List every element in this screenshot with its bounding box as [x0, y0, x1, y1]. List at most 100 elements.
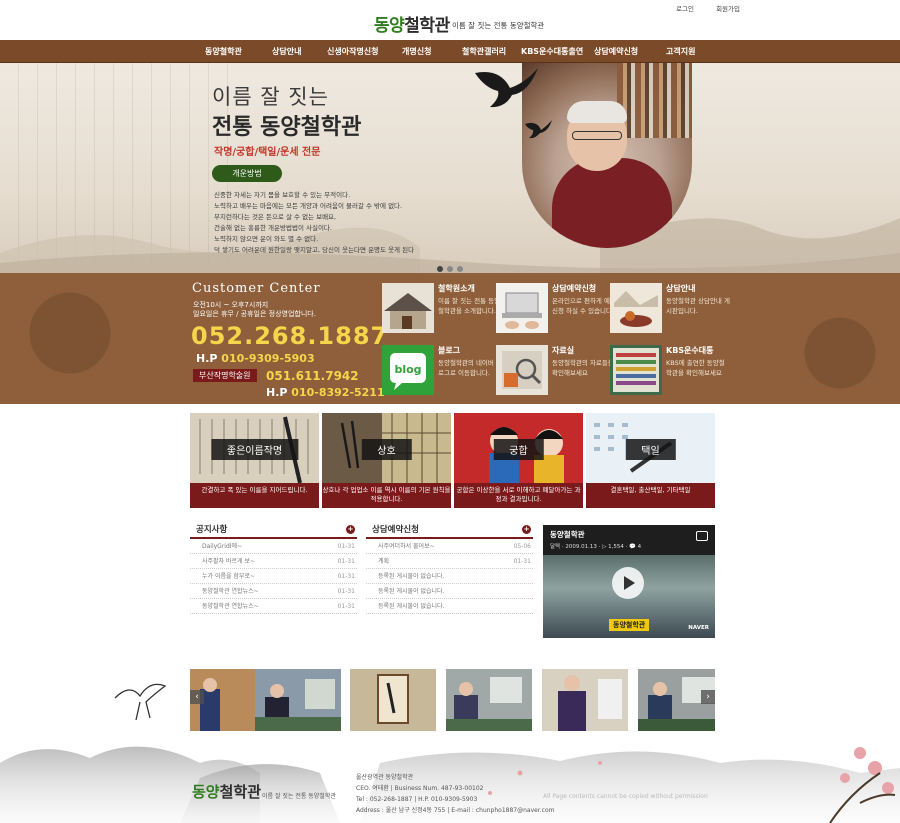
- more-button[interactable]: +: [346, 525, 355, 534]
- play-icon[interactable]: [612, 567, 644, 599]
- tile-compatibility[interactable]: 궁합 궁합은 이상한을 서로 이해하고 폐달아가는 과정과 결과입니다.: [454, 413, 583, 508]
- nav-item-reserve[interactable]: 상담예약신청: [594, 46, 638, 57]
- service-library[interactable]: 자료실 동양철학관의 자료들을 확인해보세요: [496, 345, 614, 397]
- more-button[interactable]: +: [522, 525, 531, 534]
- row-title: 등록된 게시물이 없습니다.: [378, 588, 445, 595]
- row-date: 05-06: [513, 543, 531, 550]
- row-title: 사주여더하서 물어보~: [378, 543, 435, 550]
- service-desc: 동양철학관의 자료들을 확인해보세요: [552, 359, 614, 377]
- crane-icon: [114, 683, 167, 721]
- board-row[interactable]: 계획 01-31: [366, 554, 533, 569]
- mobile-1: H.P 010-9309-5903: [196, 352, 315, 365]
- fortune-method-button[interactable]: 개운방법: [212, 165, 282, 182]
- customer-center-band: Customer Center 오전10시 ~ 오후7시까지 일요일은 휴무 /…: [0, 273, 900, 404]
- hero-line: 노력하고 배우는 마음에는 모든 개양과 어려움이 물러갈 수 밖에 없다.: [214, 202, 403, 210]
- board-row[interactable]: DailyGridl에~ 01-31: [190, 539, 357, 554]
- video-player[interactable]: 동양철학관 달력 · 2009.01.13 · ▷ 1,554 · 💬 4 동양…: [543, 525, 715, 638]
- gallery-photo[interactable]: [255, 669, 341, 731]
- board-row[interactable]: 누가 이름을 함부로~ 01-31: [190, 569, 357, 584]
- small-magpie-icon: [525, 120, 552, 139]
- service-desc: 온라인으로 편하게 예약신청 하실 수 있습니다.: [552, 297, 616, 315]
- service-title: 상담예약신청: [552, 284, 597, 293]
- tile-business-name[interactable]: 상호 상호나 각 업업소 이름 역시 이름의 기본 원칙을 적용합니다.: [322, 413, 451, 508]
- slider-dot[interactable]: [447, 266, 453, 272]
- slider-dot[interactable]: [437, 266, 443, 272]
- row-title: DailyGridl에~: [202, 543, 242, 550]
- gallery-next-button[interactable]: ›: [701, 690, 715, 704]
- board-title-text: 공지사항: [196, 525, 228, 535]
- video-title: 동양철학관: [550, 530, 585, 539]
- hero-banner: 이름 잘 짓는 전통 동양철학관 작명/궁합/택일/운세 전문 개운방법 신중한…: [0, 63, 900, 273]
- hp-number: 010-8392-5211: [291, 386, 385, 399]
- board-title: 공지사항 +: [190, 523, 357, 539]
- gallery-photo[interactable]: [542, 669, 628, 731]
- join-link[interactable]: 회원가입: [716, 5, 740, 13]
- nav-item-newborn[interactable]: 신생아작명신청: [327, 46, 379, 57]
- header: 동양철학관 이름 잘 짓는 전통 동양철학관 로그인 회원가입: [0, 0, 900, 40]
- hero-line: 덕 쌓기도 어려운데 원한일랑 맺지말고, 당신이 웃는다면 운명도 웃게 된다: [214, 246, 415, 254]
- service-title: 상담안내: [666, 284, 696, 293]
- service-consult[interactable]: 상담안내 동양철학관 상담안내 게시판입니다.: [610, 283, 730, 335]
- board-row[interactable]: 동양철학관 연합뉴스~ 01-31: [190, 584, 357, 599]
- service-desc: 동양철학관의 네이버 블로그로 이동합니다.: [438, 359, 502, 377]
- hero-title-line2: 전통 동양철학관: [212, 115, 362, 140]
- footer-info-line: 울산광역관 동양철학관: [356, 774, 414, 781]
- nav-item-consult[interactable]: 상담안내: [272, 46, 301, 57]
- nav-item-intro[interactable]: 동양철학관: [205, 46, 242, 57]
- nav-item-gallery[interactable]: 철학관갤러리: [462, 46, 506, 57]
- tile-label: 좋은이름작명: [210, 439, 299, 460]
- hours-line: 일요일은 휴무 / 공휴일은 정상영업합니다.: [193, 310, 316, 318]
- row-title: 누가 이름을 함부로~: [202, 573, 256, 580]
- row-date: 01-31: [337, 543, 355, 550]
- share-icon[interactable]: [696, 531, 708, 541]
- magpie-icon: [475, 68, 538, 108]
- hero-title-line1: 이름 잘 짓는: [212, 85, 329, 109]
- slider-dot[interactable]: [457, 266, 463, 272]
- nav-item-kbs[interactable]: KBS운수대통출연: [521, 46, 583, 57]
- photo-gallery: [190, 669, 715, 731]
- footer-info: 울산광역관 동양철학관 CEO. 여태환 | Business Num. 487…: [356, 772, 554, 816]
- footer-info-line: Address : 울산 남구 신정4동 755 | E-mail : chun…: [356, 807, 555, 814]
- service-reserve[interactable]: 상담예약신청 온라인으로 편하게 예약신청 하실 수 있습니다.: [496, 283, 616, 335]
- board-row: 등록된 게시물이 없습니다.: [366, 569, 533, 584]
- row-date: 01-31: [337, 558, 355, 565]
- top-links: 로그인 회원가입: [656, 3, 740, 13]
- logo-green: 동양: [374, 16, 405, 36]
- tile-naming[interactable]: 좋은이름작명 간결하고 폭 있는 이름을 지어드립니다.: [190, 413, 319, 508]
- footer-info-line: CEO. 여태환 | Business Num. 487-93-00102: [356, 785, 484, 792]
- hp-label: H.P: [266, 386, 288, 399]
- notice-board: 공지사항 + DailyGridl에~ 01-31 사주팔자 바르게 보~ 01-31…: [190, 523, 357, 614]
- house-icon: [382, 283, 434, 333]
- tile-caption: 궁합은 이상한을 서로 이해하고 폐달아가는 과정과 결과입니다.: [454, 483, 583, 508]
- board-title-text: 상담예약신청: [372, 525, 419, 535]
- footer-slogan: 이름 잘 짓는 전통 동양철학관: [262, 793, 336, 800]
- tile-label: 궁합: [493, 439, 544, 460]
- row-title: 사주팔자 바르게 보~: [202, 558, 256, 565]
- service-intro[interactable]: 철학원소개 이름 잘 짓는 전통 동양철학관을 소개합니다.: [382, 283, 500, 335]
- tile-date-selection[interactable]: 택일 결혼택일, 출산택일, 기타택일: [586, 413, 715, 508]
- mobile-2: H.P 010-8392-5211: [266, 386, 385, 399]
- footer-logo[interactable]: 동양철학관: [192, 781, 261, 802]
- board-row[interactable]: 동양철학관 연합뉴스~ 01-31: [190, 599, 357, 614]
- board-row: 등록된 게시물이 없습니다.: [366, 584, 533, 599]
- logo[interactable]: 동양철학관: [374, 11, 450, 36]
- customer-center-title: Customer Center: [192, 281, 321, 296]
- service-blog[interactable]: blog 블로그 동양철학관의 네이버 블로그로 이동합니다.: [382, 345, 502, 397]
- gallery-photo[interactable]: [446, 669, 532, 731]
- service-title: KBS운수대통: [666, 346, 714, 355]
- nav-item-support[interactable]: 고객지원: [666, 46, 695, 57]
- laptop-icon: [496, 283, 548, 333]
- gallery-photo[interactable]: [350, 669, 436, 731]
- service-desc: 이름 잘 짓는 전통 동양철학관을 소개합니다.: [438, 297, 501, 315]
- board-row: 등록된 게시물이 없습니다.: [366, 599, 533, 614]
- board-row[interactable]: 사주여더하서 물어보~ 05-06: [366, 539, 533, 554]
- hero-subtitle: 작명/궁합/택일/운세 전문: [214, 147, 321, 158]
- gallery-prev-button[interactable]: ‹: [190, 690, 204, 704]
- service-kbs[interactable]: KBS운수대통 KBS에 출연한 동양철학관을 확인해보세요: [610, 345, 728, 397]
- service-title: 철학원소개: [438, 284, 475, 293]
- login-link[interactable]: 로그인: [676, 5, 694, 13]
- service-title: 블로그: [438, 346, 461, 355]
- nav-item-rename[interactable]: 개명신청: [402, 46, 431, 57]
- row-title: 등록된 게시물이 없습니다.: [378, 573, 445, 580]
- board-row[interactable]: 사주팔자 바르게 보~ 01-31: [190, 554, 357, 569]
